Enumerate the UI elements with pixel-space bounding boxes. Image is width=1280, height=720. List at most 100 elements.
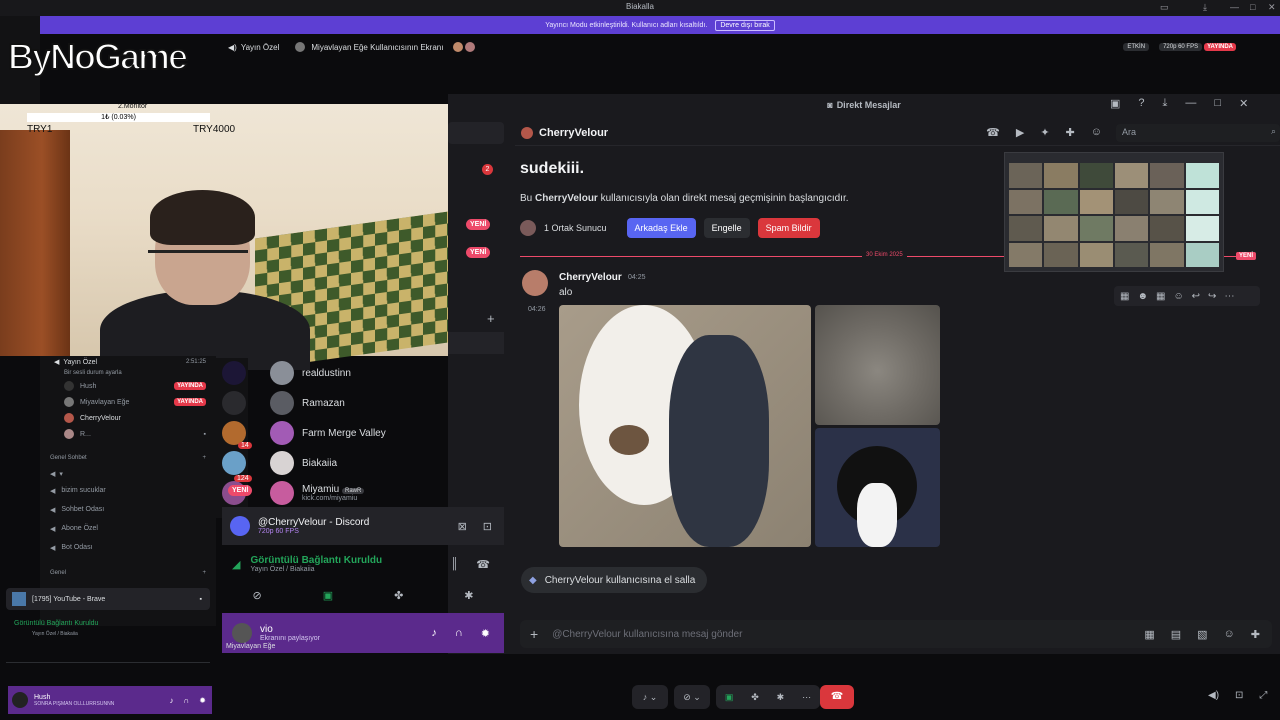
avatar[interactable] <box>232 623 252 643</box>
activities-icon[interactable]: ✤ <box>751 692 759 703</box>
settings-icon[interactable]: ✹ <box>199 696 206 705</box>
cat-image-2[interactable] <box>815 305 940 425</box>
heart-eyes-icon[interactable]: ☻ <box>1137 291 1148 302</box>
noise-icon[interactable]: ║ <box>451 558 459 571</box>
emoji-icon[interactable]: ☺ <box>1224 628 1235 641</box>
gift-icon[interactable]: ▦ <box>1144 628 1154 641</box>
add-channel-icon[interactable]: + <box>202 570 206 576</box>
reaction-icon[interactable]: ▦ <box>1120 291 1129 302</box>
connection-status[interactable]: Görüntülü Bağlantı Kuruldu <box>250 555 382 566</box>
popout-icon[interactable]: ⊡ <box>483 520 492 533</box>
mic-icon[interactable]: ♪ <box>431 627 437 640</box>
volume-icon[interactable]: ◀) <box>1208 690 1219 701</box>
reaction-icon[interactable]: ▦ <box>1156 291 1165 302</box>
mic-toggle[interactable]: ♪ ⌄ <box>632 685 668 709</box>
disable-streamer-mode-button[interactable]: Devre dışı bırak <box>715 19 775 31</box>
screen-icon[interactable]: ▭ <box>1160 2 1169 13</box>
maximize-button[interactable]: □ <box>1214 97 1221 110</box>
voice-member[interactable]: Hush YAYINDA <box>40 378 216 394</box>
category-header[interactable]: Genel Sohbet + <box>40 448 216 467</box>
settings-icon[interactable]: ✹ <box>481 627 490 640</box>
call-icon[interactable]: ☎ <box>986 126 1000 139</box>
help-icon[interactable]: ? <box>1138 97 1144 110</box>
close-button[interactable]: ✕ <box>1268 2 1276 13</box>
profile-icon[interactable]: ☺ <box>1091 126 1102 139</box>
headphones-icon[interactable]: ∩ <box>455 627 463 640</box>
channel-item[interactable]: ◀ Abone Özel <box>40 519 216 538</box>
voice-member[interactable]: Miyavlayan Eğe YAYINDA <box>40 394 216 410</box>
server-name: realdustinn <box>302 367 351 379</box>
forward-icon[interactable]: ↪ <box>1208 291 1216 302</box>
headphones-icon[interactable]: ∩ <box>184 696 190 705</box>
channel-item[interactable]: ◀ ▾ <box>40 467 216 481</box>
avatar[interactable] <box>12 692 28 708</box>
voice-channel[interactable]: ◀ Yayın Özel 2:51:25 <box>40 356 216 368</box>
download-icon[interactable]: ⤓ <box>1163 97 1168 110</box>
more-icon[interactable]: ⋯ <box>1224 291 1234 302</box>
activities-icon[interactable]: ✤ <box>394 589 403 602</box>
server-item[interactable]: realdustinn <box>222 358 504 388</box>
download-icon[interactable]: ⤓ <box>1203 2 1207 13</box>
server-item[interactable]: Farm Merge Valley <box>222 418 504 448</box>
attach-icon[interactable]: + <box>530 626 538 642</box>
camera-off-icon[interactable]: ⊘ <box>252 589 261 602</box>
maximize-button[interactable]: □ <box>1250 2 1255 12</box>
cat-image-3[interactable] <box>815 428 940 547</box>
soundboard-icon[interactable]: ✱ <box>464 589 473 602</box>
channel-item[interactable]: ◀ Sohbet Odası <box>40 500 216 519</box>
camera-toggle[interactable]: ⊘ ⌄ <box>674 685 710 709</box>
cat-image-1[interactable] <box>559 305 811 547</box>
server-item[interactable]: Biakaiia <box>222 448 504 478</box>
add-icon[interactable]: + <box>487 311 495 326</box>
share-controls[interactable]: ▣ ✤ ✱ ⋯ <box>716 685 820 709</box>
apps-icon[interactable]: ✚ <box>1251 628 1260 641</box>
mic-icon[interactable]: ♪ <box>170 696 174 705</box>
screen-share-icon[interactable]: ▣ <box>725 692 734 703</box>
category-header[interactable]: Genel + <box>40 563 216 582</box>
add-friend-button[interactable]: Arkadaş Ekle <box>626 218 696 238</box>
minimize-button[interactable]: — <box>1230 2 1239 12</box>
reply-icon[interactable]: ↩ <box>1192 291 1200 302</box>
add-friend-icon[interactable]: ✚ <box>1066 126 1075 139</box>
sticker-icon[interactable]: ▧ <box>1197 628 1207 641</box>
emoji-icon[interactable]: ☺ <box>1173 291 1183 302</box>
message-input[interactable]: + @CherryVelour kullanıcısına mesaj gönd… <box>520 620 1272 648</box>
more-icon[interactable]: ⋯ <box>802 692 811 703</box>
server-item[interactable]: Miyamiu RawR kick.com/miyamiu <box>222 478 504 508</box>
chat-search-input[interactable]: Ara ⌕ <box>1116 123 1280 142</box>
fullscreen-icon[interactable]: ⤢ <box>1259 690 1267 701</box>
report-spam-button[interactable]: Spam Bildir <box>757 218 820 238</box>
disconnect-icon[interactable]: ☎ <box>476 558 490 571</box>
add-channel-icon[interactable]: + <box>202 455 206 461</box>
stream-card[interactable]: @CherryVelour - Discord 720p 60 FPS ⊠ ⊡ <box>222 507 504 545</box>
gif-icon[interactable]: ▤ <box>1171 628 1181 641</box>
pin-icon[interactable]: ✦ <box>1040 126 1049 139</box>
channel-item[interactable]: ◀ bizim sucuklar <box>40 481 216 500</box>
screen-share-icon[interactable]: ▣ <box>323 589 333 602</box>
stream-source[interactable]: [1795] YouTube - Brave ▪ <box>6 588 210 610</box>
avatar[interactable] <box>522 270 548 296</box>
screen-share-preview[interactable] <box>1004 152 1224 272</box>
message-author[interactable]: CherryVelour <box>559 272 622 283</box>
block-button[interactable]: Engelle <box>703 218 750 238</box>
inbox-icon[interactable]: ▣ <box>1110 97 1120 110</box>
dm-search-box[interactable] <box>448 122 504 144</box>
connection-status[interactable]: Görüntülü Bağlantı Kuruldu <box>14 620 98 627</box>
mutual-servers[interactable]: 1 Ortak Sunucu <box>544 223 607 233</box>
popout-icon[interactable]: ⊡ <box>1235 690 1243 701</box>
video-icon[interactable]: ▶ <box>1016 126 1024 139</box>
stop-stream-icon[interactable]: ⊠ <box>458 520 467 533</box>
voice-member[interactable]: R... ▪ <box>40 426 216 442</box>
wave-button[interactable]: ◆ CherryVelour kullanıcısına el salla <box>521 567 708 593</box>
soundboard-icon[interactable]: ✱ <box>777 692 785 703</box>
channel-item[interactable]: ◀ Bot Odası <box>40 538 216 557</box>
minimize-button[interactable]: — <box>1185 97 1196 110</box>
dm-list-item[interactable] <box>448 332 504 354</box>
voice-member[interactable]: CherryVelour <box>40 410 216 426</box>
voice-channel-name[interactable]: Yayın Özel <box>241 43 280 52</box>
server-item[interactable]: Ramazan <box>222 388 504 418</box>
leave-call-button[interactable]: ☎ <box>820 685 854 709</box>
voice-status[interactable]: Bir sesli durum ayarla <box>40 368 216 378</box>
close-button[interactable]: ✕ <box>1239 97 1248 110</box>
popout-icon[interactable]: ▪ <box>200 596 202 603</box>
